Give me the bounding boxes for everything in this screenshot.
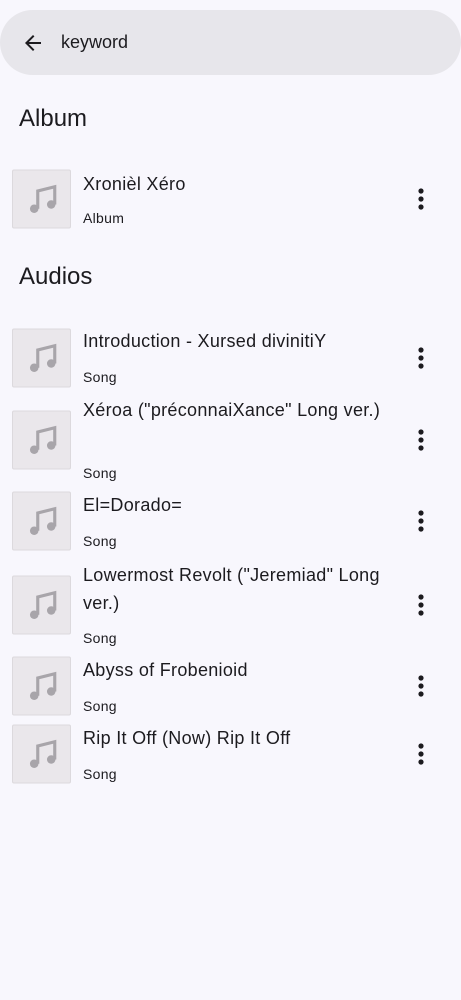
more-vert-icon (418, 188, 424, 210)
song-thumbnail (12, 575, 71, 635)
search-bar (0, 10, 461, 75)
album-type: Album (83, 210, 125, 226)
more-vert-icon (418, 743, 424, 765)
song-thumbnail (12, 656, 71, 716)
song-more-button[interactable] (405, 585, 437, 625)
music-note-icon (29, 671, 56, 700)
more-vert-icon (418, 429, 424, 451)
song-title: Rip It Off (Now) Rip It Off (83, 728, 291, 748)
song-thumbnail (12, 410, 71, 470)
music-note-icon (29, 425, 56, 454)
song-title: El=Dorado= (83, 495, 183, 515)
arrow-back-icon (25, 34, 41, 51)
more-vert-icon (418, 675, 424, 697)
song-type: Song (83, 369, 117, 385)
song-list-item[interactable]: Rip It Off (Now) Rip It Off Song (0, 717, 461, 791)
song-type: Song (83, 465, 117, 481)
album-section-title: Album (19, 105, 88, 132)
song-title: Abyss of Frobenioid (83, 660, 248, 680)
music-note-icon (29, 590, 56, 619)
album-thumbnail (12, 169, 71, 229)
song-type: Song (83, 766, 117, 782)
audios-section-title: Audios (19, 263, 93, 290)
song-type: Song (83, 698, 117, 714)
music-note-icon (29, 343, 56, 372)
song-list-item[interactable]: Introduction - Xursed divinitiY Song (0, 320, 461, 396)
song-list-item[interactable]: Lowermost Revolt ("Jeremiad" Long ver.) … (0, 561, 461, 649)
song-more-button[interactable] (405, 338, 437, 378)
song-type: Song (83, 630, 117, 646)
song-thumbnail (12, 328, 71, 388)
music-note-icon (29, 506, 56, 535)
song-title: Xéroa ("préconnaiXance" Long ver.) (83, 400, 381, 420)
search-results-screen: Album Xronièl Xéro Album Audios (0, 0, 461, 1000)
song-more-button[interactable] (405, 420, 437, 460)
song-title: Lowermost Revolt ("Jeremiad" Long ver.) (83, 565, 380, 613)
song-list-item[interactable]: Abyss of Frobenioid Song (0, 649, 461, 723)
song-thumbnail (12, 491, 71, 551)
more-vert-icon (418, 510, 424, 532)
music-note-icon (29, 184, 56, 213)
more-vert-icon (418, 347, 424, 369)
song-list-item[interactable]: El=Dorado= Song (0, 484, 461, 558)
album-more-button[interactable] (405, 179, 437, 219)
album-list-item[interactable]: Xronièl Xéro Album (0, 161, 461, 237)
song-title: Introduction - Xursed divinitiY (83, 331, 327, 351)
album-title: Xronièl Xéro (83, 174, 186, 194)
song-type: Song (83, 533, 117, 549)
song-more-button[interactable] (405, 666, 437, 706)
song-list-item[interactable]: Xéroa ("préconnaiXance" Long ver.) Song (0, 396, 461, 484)
music-note-icon (29, 739, 56, 768)
search-input[interactable] (61, 32, 421, 53)
song-more-button[interactable] (405, 734, 437, 774)
more-vert-icon (418, 594, 424, 616)
song-thumbnail (12, 724, 71, 784)
song-more-button[interactable] (405, 501, 437, 541)
back-button[interactable] (13, 23, 53, 63)
